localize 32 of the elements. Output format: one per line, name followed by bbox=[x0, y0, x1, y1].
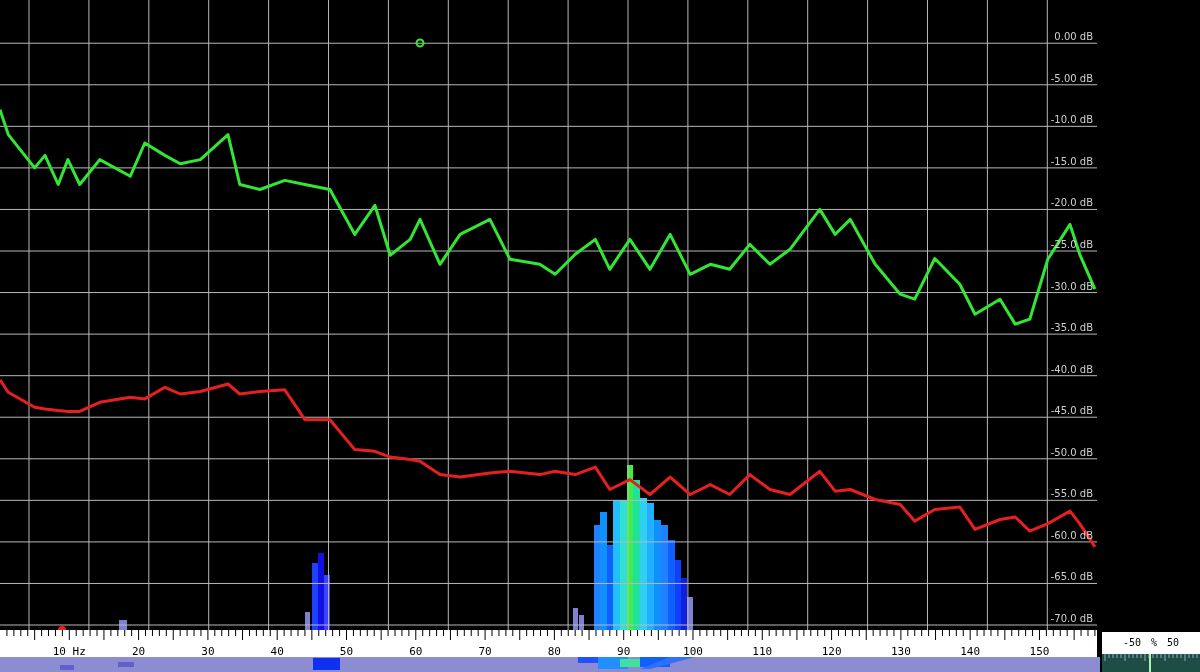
axis-label: -30.0 dB bbox=[1050, 280, 1093, 292]
axis-label: 30 bbox=[201, 645, 215, 657]
axis-label: 80 bbox=[547, 645, 561, 657]
axis-label: 20 bbox=[131, 645, 146, 657]
axis-label: -65.0 dB bbox=[1050, 571, 1093, 583]
meter-label: -50 bbox=[1122, 637, 1141, 650]
axis-label: -55.0 dB bbox=[1050, 488, 1093, 500]
axis-label: -35.0 dB bbox=[1050, 322, 1093, 334]
meter-label: 50 bbox=[1167, 637, 1180, 650]
axis-label: -5.00 dB bbox=[1050, 72, 1093, 84]
axis-label: 100 bbox=[683, 645, 703, 657]
axis-label: -10.0 dB bbox=[1050, 114, 1093, 126]
axis-label: 150 bbox=[1029, 645, 1050, 657]
axis-label: 10 Hz bbox=[52, 645, 86, 657]
axis-label: -20.0 dB bbox=[1050, 197, 1093, 209]
axis-label: -70.0 dB bbox=[1050, 613, 1093, 624]
axis-label: -40.0 dB bbox=[1050, 363, 1093, 375]
axis-label: -45.0 dB bbox=[1050, 405, 1093, 417]
axis-label: 70 bbox=[478, 645, 492, 657]
axis-label: 50 bbox=[339, 645, 354, 657]
axis-label: 110 bbox=[752, 645, 773, 657]
axis-label: 60 bbox=[409, 645, 423, 657]
axis-label: 120 bbox=[821, 645, 842, 657]
axis-label: -50.0 dB bbox=[1050, 446, 1093, 458]
axis-label: 0.00 dB bbox=[1054, 31, 1093, 43]
meter-label: % bbox=[1151, 637, 1157, 650]
axis-label: 90 bbox=[617, 645, 631, 657]
marker-dot[interactable] bbox=[415, 38, 425, 48]
axis-label: 130 bbox=[890, 645, 911, 657]
axis-label: -15.0 dB bbox=[1050, 155, 1093, 167]
axis-label: 140 bbox=[960, 645, 981, 657]
axis-label: 40 bbox=[270, 645, 284, 657]
